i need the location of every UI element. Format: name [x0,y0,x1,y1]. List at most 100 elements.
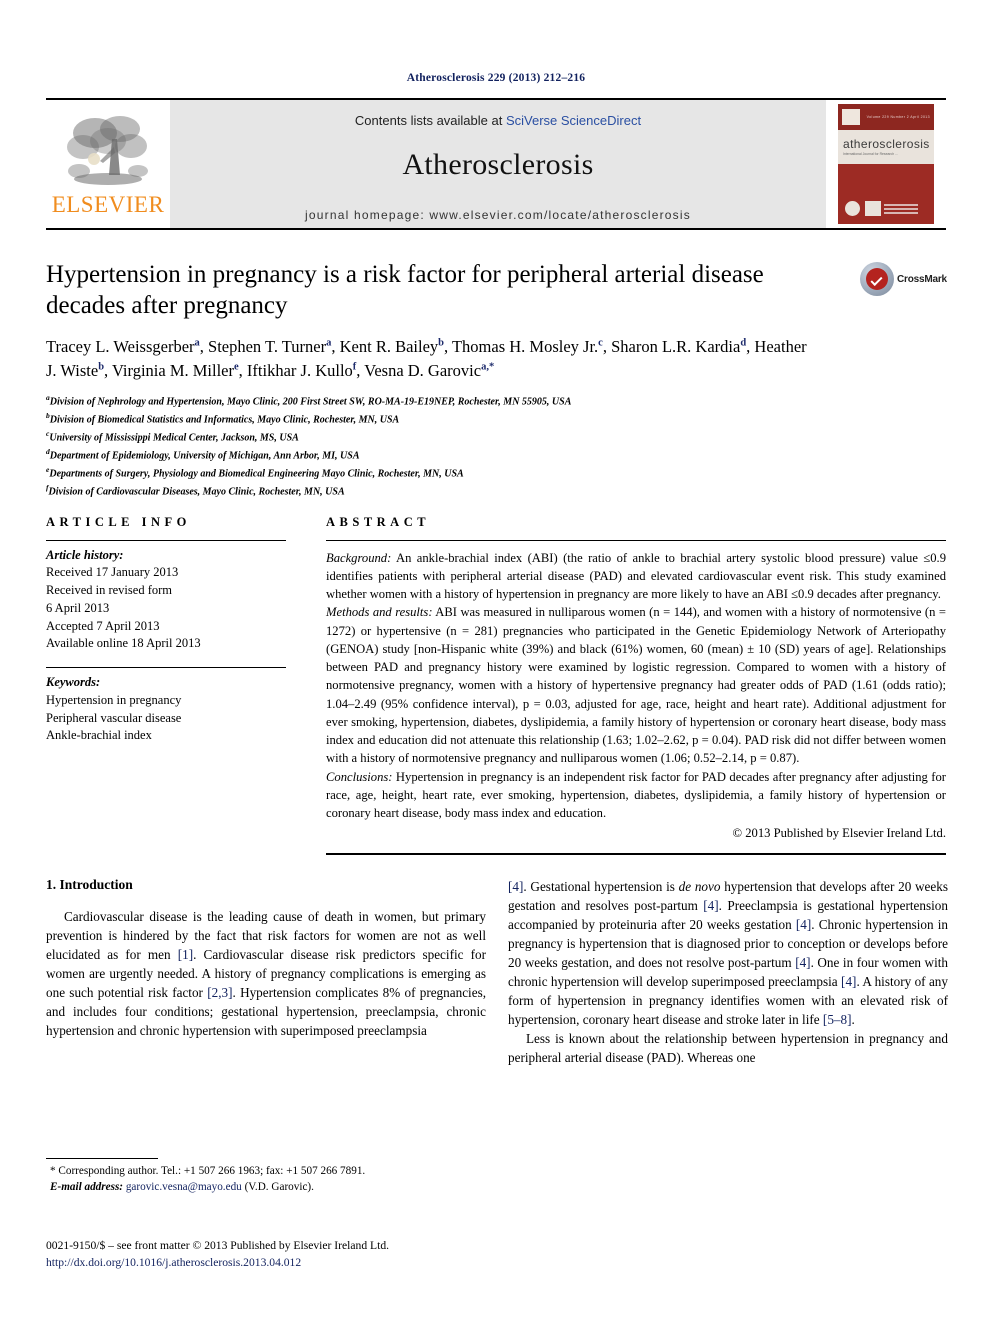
contents-prefix: Contents lists available at [354,112,506,128]
journal-article-page: Atherosclerosis 229 (2013) 212–216 ELSEV… [0,0,992,1323]
cover-journal-subtitle: International Journal for Research ... [843,152,898,156]
citation-ref-4b[interactable]: [4] [703,898,718,913]
page-title: Hypertension in pregnancy is a risk fact… [46,261,764,319]
background-text: An ankle-brachial index (ABI) (the ratio… [326,550,946,602]
affiliation-text: Division of Nephrology and Hypertension,… [49,396,572,408]
history-item: Received 17 January 2013 [46,565,179,580]
citation-ref-4d[interactable]: [4] [795,955,810,970]
cover-header: Volume 229 Number 2 April 2013 [838,104,934,130]
author-name: Kent R. Bailey [339,337,439,356]
affiliation-item: eDepartments of Surgery, Physiology and … [46,464,946,482]
issn-line: 0021-9150/$ – see front matter © 2013 Pu… [46,1239,390,1252]
corresponding-author-note: * Corresponding author. Tel.: +1 507 266… [50,1165,366,1177]
colophon-block: 0021-9150/$ – see front matter © 2013 Pu… [46,1237,506,1272]
author-name: Iftikhar J. Kullo [246,360,353,380]
citation-ref-4e[interactable]: [4] [841,974,856,989]
abstract-paragraph-background: Background: An ankle-brachial index (ABI… [326,549,946,604]
citation-ref-4c[interactable]: [4] [796,917,811,932]
body-column-right: [4]. Gestational hypertension is de novo… [508,877,948,1067]
sciencedirect-link[interactable]: SciVerse ScienceDirect [506,113,641,128]
background-label: Background: [326,550,392,565]
title-block: CrossMark Hypertension in pregnancy is a… [46,260,947,501]
author-name: Vesna D. Garovic [364,360,482,380]
affiliation-item: dDepartment of Epidemiology, University … [46,446,946,464]
author-name: Tracey L. Weissgerber [46,337,195,356]
intro-paragraph-right: [4]. Gestational hypertension is de novo… [508,877,948,1029]
keyword-item: Ankle-brachial index [46,728,152,743]
crossmark-badge[interactable]: CrossMark [860,262,947,296]
cover-elsevier-mark-icon [842,109,860,125]
term-de-novo: de novo [678,878,721,894]
cover-title-band: atherosclerosis International Journal fo… [838,130,934,164]
conclusions-label: Conclusions: [326,769,393,784]
author-affiliation-marker: e [234,361,239,373]
journal-title: Atherosclerosis [402,147,594,181]
journal-banner: ELSEVIER Contents lists available at Sci… [46,98,946,230]
abstract-column: ABSTRACT Background: An ankle-brachial i… [326,515,946,855]
affiliation-text: University of Mississippi Medical Center… [49,432,299,444]
author-name: Sharon L.R. Kardia [611,337,741,356]
abstract-copyright: © 2013 Published by Elsevier Ireland Ltd… [732,826,946,841]
running-head: Atherosclerosis 229 (2013) 212–216 [406,72,586,84]
elsevier-wordmark: ELSEVIER [51,191,165,217]
history-item: Received in revised form [46,583,172,598]
email-link[interactable]: garovic.vesna@mayo.edu [126,1181,242,1193]
affiliation-text: Division of Biomedical Statistics and In… [49,414,400,426]
citation-ref-5-8[interactable]: [5–8] [823,1012,852,1027]
affiliation-list: aDivision of Nephrology and Hypertension… [46,392,946,501]
abstract-body: Background: An ankle-brachial index (ABI… [326,549,946,843]
body-columns: 1. Introduction Cardiovascular disease i… [46,877,948,1067]
cover-text-lines [884,203,918,214]
history-item: Accepted 7 April 2013 [46,618,160,633]
email-note: E-mail address: garovic.vesna@mayo.edu (… [46,1180,486,1196]
footnote-rule [46,1158,158,1159]
affiliation-text: Division of Cardiovascular Diseases, May… [48,486,345,498]
keyword-item: Peripheral vascular disease [46,710,182,725]
affiliation-text: Departments of Surgery, Physiology and B… [49,468,464,480]
section-title-introduction: 1. Introduction [46,876,133,892]
info-abstract-section: ARTICLE INFO Article history: Received 1… [46,501,946,855]
body-column-left: 1. Introduction Cardiovascular disease i… [46,877,486,1067]
affiliation-text: Department of Epidemiology, University o… [49,450,360,462]
author-affiliation-marker: b [438,337,444,349]
methods-text: ABI was measured in nulliparous women (n… [326,605,946,766]
cover-badge-icon [865,201,881,216]
cover-seal-icon [843,199,862,218]
article-info-separator [46,667,286,669]
citation-ref-2-3[interactable]: [2,3] [207,985,232,1000]
intro-text-10: . [851,1011,855,1027]
author-affiliation-marker: f [352,361,357,373]
citation-ref-4a[interactable]: [4] [508,879,523,894]
article-info-heading: ARTICLE INFO [46,514,191,529]
author-affiliation-marker: a [326,337,332,349]
crossmark-label: CrossMark [897,273,947,285]
intro-text-4: . Gestational hypertension is [523,878,679,894]
abstract-paragraph-methods: Methods and results: ABI was measured in… [326,603,946,767]
contents-available-line: Contents lists available at SciVerse Sci… [355,113,641,128]
cover-image: Volume 229 Number 2 April 2013 atheroscl… [838,104,934,224]
keyword-item: Hypertension in pregnancy [46,692,182,707]
doi-link[interactable]: http://dx.doi.org/10.1016/j.atherosclero… [46,1254,506,1271]
elsevier-tree-icon [67,115,148,185]
affiliation-item: aDivision of Nephrology and Hypertension… [46,392,946,410]
journal-homepage-link[interactable]: journal homepage: www.elsevier.com/locat… [305,208,691,222]
abstract-bottom-rule [326,852,946,855]
affiliation-item: bDivision of Biomedical Statistics and I… [46,410,946,428]
author-affiliation-marker: b [98,361,105,373]
author-name: Stephen T. Turner [208,337,327,356]
article-history-label: Article history: [46,547,124,562]
intro-paragraph-left: Cardiovascular disease is the leading ca… [46,907,486,1040]
history-item: 6 April 2013 [46,600,110,615]
author-affiliation-marker: a [194,337,200,349]
author-name: Virginia M. Miller [112,360,234,380]
email-suffix: (V.D. Garovic). [241,1180,314,1193]
author-list: Tracey L. Weissgerbera, Stephen T. Turne… [46,337,807,380]
elsevier-logo: ELSEVIER [46,100,170,228]
affiliation-item: cUniversity of Mississippi Medical Cente… [46,428,946,446]
footnote-text: * Corresponding author. Tel.: +1 507 266… [46,1164,486,1196]
intro-paragraph-2: Less is known about the relationship bet… [508,1030,948,1065]
citation-ref-1[interactable]: [1] [178,947,193,962]
affiliation-item: fDivision of Cardiovascular Diseases, Ma… [46,482,946,500]
journal-cover-thumbnail: Volume 229 Number 2 April 2013 atheroscl… [826,100,946,228]
footnote-block: * Corresponding author. Tel.: +1 507 266… [46,1158,486,1196]
